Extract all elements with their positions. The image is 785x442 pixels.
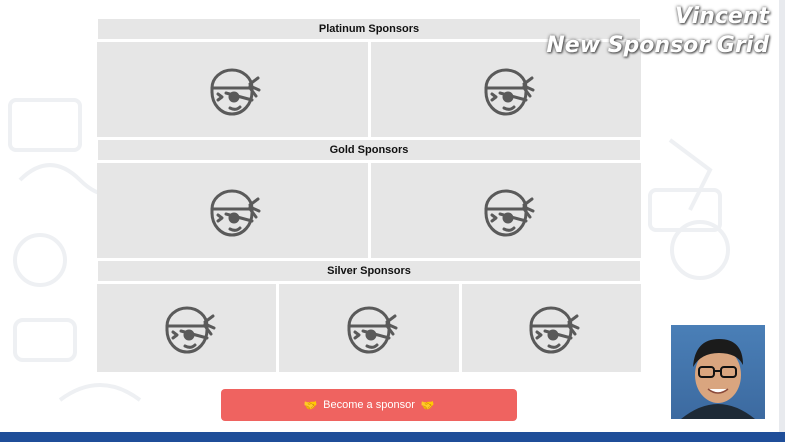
- sponsor-slot[interactable]: [279, 284, 459, 372]
- sponsor-slot[interactable]: [97, 163, 368, 258]
- handshake-icon: 🤝: [303, 399, 318, 412]
- pirate-bandana-icon: [484, 68, 535, 115]
- sponsor-slot[interactable]: [461, 284, 641, 372]
- sponsor-slot[interactable]: [97, 42, 368, 137]
- become-sponsor-label: Become a sponsor: [323, 399, 415, 411]
- presenter-webcam: [671, 325, 765, 419]
- pirate-bandana-icon: [210, 68, 261, 115]
- gold-row: [97, 163, 641, 258]
- sponsor-slot[interactable]: [97, 284, 277, 372]
- video-overlay-title: Vincent New Sponsor Grid: [546, 2, 769, 60]
- sponsor-grid: Platinum Sponsors Gold Sponsors Silver S…: [97, 18, 641, 374]
- sponsor-slot[interactable]: [370, 163, 641, 258]
- presenter-avatar: [681, 339, 755, 419]
- pirate-bandana-icon: [347, 306, 398, 354]
- overlay-presenter-name: Vincent: [675, 4, 769, 29]
- bottom-bar: [0, 432, 785, 442]
- pirate-bandana-icon: [484, 189, 535, 236]
- tier-header-silver: Silver Sponsors: [97, 260, 641, 282]
- silver-row: [97, 284, 641, 372]
- pirate-bandana-icon: [529, 306, 580, 354]
- become-sponsor-button[interactable]: 🤝 Become a sponsor 🤝: [221, 389, 517, 421]
- pirate-bandana-icon: [210, 189, 261, 236]
- overlay-topic: New Sponsor Grid: [546, 33, 769, 58]
- handshake-icon: 🤝: [420, 399, 435, 412]
- scroll-edge: [779, 0, 785, 432]
- pirate-bandana-icon: [165, 306, 216, 354]
- tier-header-gold: Gold Sponsors: [97, 139, 641, 161]
